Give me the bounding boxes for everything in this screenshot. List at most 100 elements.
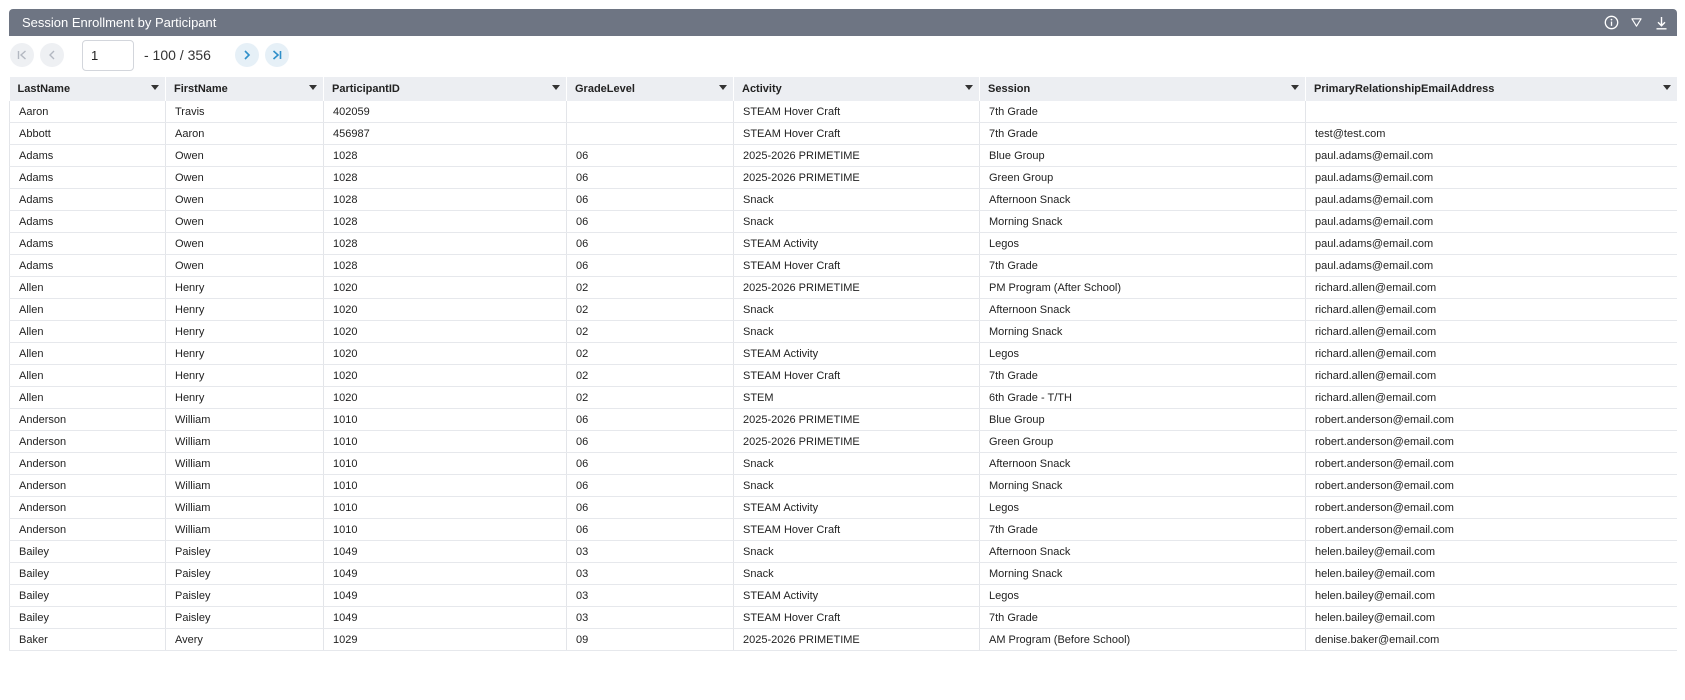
table-row[interactable]: Adams Owen 1028 06 Snack Afternoon Snack paul.… bbox=[9, 188, 1677, 211]
table-cell: Henry bbox=[165, 276, 324, 299]
table-row[interactable]: Anderson William 1010 06 Snack Afternoon Snac… bbox=[9, 452, 1677, 475]
table-cell: 1049 bbox=[323, 540, 567, 563]
table-row[interactable]: Adams Owen 1028 06 2025-2026 PRIMETIME Green … bbox=[9, 166, 1677, 189]
column-header[interactable]: PrimaryRelationshipEmailAddress bbox=[1305, 77, 1677, 101]
table-row[interactable]: Anderson William 1010 06 2025-2026 PRIMETIME… bbox=[9, 408, 1677, 431]
last-page-button[interactable] bbox=[264, 43, 289, 67]
table-cell: robert.anderson@email.com bbox=[1305, 496, 1677, 519]
table-cell: Anderson bbox=[9, 430, 166, 453]
table-cell: Henry bbox=[165, 386, 324, 409]
table-row[interactable]: Bailey Paisley 1049 03 Snack Afternoon Snack h… bbox=[9, 540, 1677, 563]
table-cell: Adams bbox=[9, 232, 166, 255]
table-row[interactable]: Anderson William 1010 06 2025-2026 PRIMETIME… bbox=[9, 430, 1677, 453]
info-icon[interactable] bbox=[1603, 15, 1619, 31]
table-row[interactable]: Baker Avery 1029 09 2025-2026 PRIMETIME AM Pr… bbox=[9, 628, 1677, 651]
table-row[interactable]: Abbott Aaron 456987 STEAM Hover Craft 7th Gr… bbox=[9, 122, 1677, 145]
table-cell: Anderson bbox=[9, 474, 166, 497]
table-cell: 2025-2026 PRIMETIME bbox=[733, 628, 980, 651]
table-cell: 1010 bbox=[323, 518, 567, 541]
table-row[interactable]: Adams Owen 1028 06 Snack Morning Snack paul.ad… bbox=[9, 210, 1677, 233]
table-cell: Green Group bbox=[979, 430, 1306, 453]
page-number-input[interactable] bbox=[82, 39, 134, 71]
table-row[interactable]: Allen Henry 1020 02 STEAM Activity Legos richa… bbox=[9, 342, 1677, 365]
column-menu-chevron-icon[interactable] bbox=[552, 85, 560, 90]
table-cell: William bbox=[165, 408, 324, 431]
table-cell: paul.adams@email.com bbox=[1305, 166, 1677, 189]
table-cell: 7th Grade bbox=[979, 518, 1306, 541]
table-row[interactable]: Anderson William 1010 06 STEAM Hover Craft 7t… bbox=[9, 518, 1677, 541]
table-cell: richard.allen@email.com bbox=[1305, 298, 1677, 321]
column-header[interactable]: LastName bbox=[9, 77, 166, 101]
table-cell: 402059 bbox=[323, 101, 567, 123]
table-row[interactable]: Bailey Paisley 1049 03 STEAM Hover Craft 7th … bbox=[9, 606, 1677, 629]
table-cell: Legos bbox=[979, 232, 1306, 255]
table-row[interactable]: Bailey Paisley 1049 03 Snack Morning Snack hel… bbox=[9, 562, 1677, 585]
column-menu-chevron-icon[interactable] bbox=[1663, 85, 1671, 90]
table-cell: Henry bbox=[165, 342, 324, 365]
filter-icon[interactable] bbox=[1628, 15, 1644, 31]
column-menu-chevron-icon[interactable] bbox=[151, 85, 159, 90]
column-header[interactable]: FirstName bbox=[165, 77, 324, 101]
table-cell: Morning Snack bbox=[979, 474, 1306, 497]
table-cell: Snack bbox=[733, 562, 980, 585]
table-row[interactable]: Adams Owen 1028 06 2025-2026 PRIMETIME Blue G… bbox=[9, 144, 1677, 167]
table-cell: 7th Grade bbox=[979, 122, 1306, 145]
table-cell: Green Group bbox=[979, 166, 1306, 189]
table-cell: STEAM Hover Craft bbox=[733, 122, 980, 145]
table-row[interactable]: Allen Henry 1020 02 STEAM Hover Craft 7th Gra… bbox=[9, 364, 1677, 387]
table-cell: 1028 bbox=[323, 144, 567, 167]
table-cell: paul.adams@email.com bbox=[1305, 232, 1677, 255]
table-cell: Snack bbox=[733, 210, 980, 233]
column-header[interactable]: GradeLevel bbox=[566, 77, 734, 101]
table-cell: Owen bbox=[165, 144, 324, 167]
table-row[interactable]: Adams Owen 1028 06 STEAM Activity Legos paul.a… bbox=[9, 232, 1677, 255]
table-cell: 06 bbox=[566, 166, 734, 189]
previous-page-button[interactable] bbox=[40, 43, 64, 67]
table-row[interactable]: Anderson William 1010 06 Snack Morning Snack r… bbox=[9, 474, 1677, 497]
table-cell: STEAM Hover Craft bbox=[733, 101, 980, 123]
column-header-label: Session bbox=[988, 83, 1031, 95]
column-menu-chevron-icon[interactable] bbox=[1291, 85, 1299, 90]
column-header[interactable]: Activity bbox=[733, 77, 980, 101]
table-row[interactable]: Allen Henry 1020 02 2025-2026 PRIMETIME PM Pr… bbox=[9, 276, 1677, 299]
table-cell: Snack bbox=[733, 540, 980, 563]
table-cell: Anderson bbox=[9, 452, 166, 475]
table-row[interactable]: Allen Henry 1020 02 Snack Morning Snack richar… bbox=[9, 320, 1677, 343]
table-row[interactable]: Allen Henry 1020 02 Snack Afternoon Snack rich… bbox=[9, 298, 1677, 321]
table-cell: 1010 bbox=[323, 430, 567, 453]
column-header[interactable]: Session bbox=[979, 77, 1306, 101]
table-cell: STEM bbox=[733, 386, 980, 409]
table-cell: Morning Snack bbox=[979, 562, 1306, 585]
table-cell: Snack bbox=[733, 188, 980, 211]
table-cell: 1020 bbox=[323, 364, 567, 387]
table-row[interactable]: Adams Owen 1028 06 STEAM Hover Craft 7th Grad… bbox=[9, 254, 1677, 277]
table-row[interactable]: Anderson William 1010 06 STEAM Activity Legos… bbox=[9, 496, 1677, 519]
table-cell: STEAM Activity bbox=[733, 496, 980, 519]
table-cell: 03 bbox=[566, 562, 734, 585]
table-cell: paul.adams@email.com bbox=[1305, 210, 1677, 233]
column-menu-chevron-icon[interactable] bbox=[309, 85, 317, 90]
column-header-label: GradeLevel bbox=[575, 83, 635, 95]
table-row[interactable]: Aaron Travis 402059 STEAM Hover Craft 7th Gr… bbox=[9, 101, 1677, 123]
download-icon[interactable] bbox=[1653, 15, 1669, 31]
column-menu-chevron-icon[interactable] bbox=[965, 85, 973, 90]
table-cell: 03 bbox=[566, 606, 734, 629]
table-row[interactable]: Allen Henry 1020 02 STEM 6th Grade - T/TH rich… bbox=[9, 386, 1677, 409]
table-cell: 7th Grade bbox=[979, 364, 1306, 387]
table-cell: 06 bbox=[566, 210, 734, 233]
table-cell: Henry bbox=[165, 298, 324, 321]
table-cell bbox=[566, 101, 734, 123]
table-row[interactable]: Bailey Paisley 1049 03 STEAM Activity Legos he… bbox=[9, 584, 1677, 607]
table-cell: 1020 bbox=[323, 342, 567, 365]
column-header[interactable]: ParticipantID bbox=[323, 77, 567, 101]
table-cell: Snack bbox=[733, 452, 980, 475]
column-menu-chevron-icon[interactable] bbox=[719, 85, 727, 90]
table-cell: 1028 bbox=[323, 188, 567, 211]
table-cell: 1028 bbox=[323, 254, 567, 277]
table-cell: 06 bbox=[566, 254, 734, 277]
table-cell: 02 bbox=[566, 298, 734, 321]
next-page-button[interactable] bbox=[234, 43, 259, 67]
first-page-button[interactable] bbox=[10, 43, 34, 67]
table-cell: Afternoon Snack bbox=[979, 298, 1306, 321]
table-cell: 1010 bbox=[323, 496, 567, 519]
